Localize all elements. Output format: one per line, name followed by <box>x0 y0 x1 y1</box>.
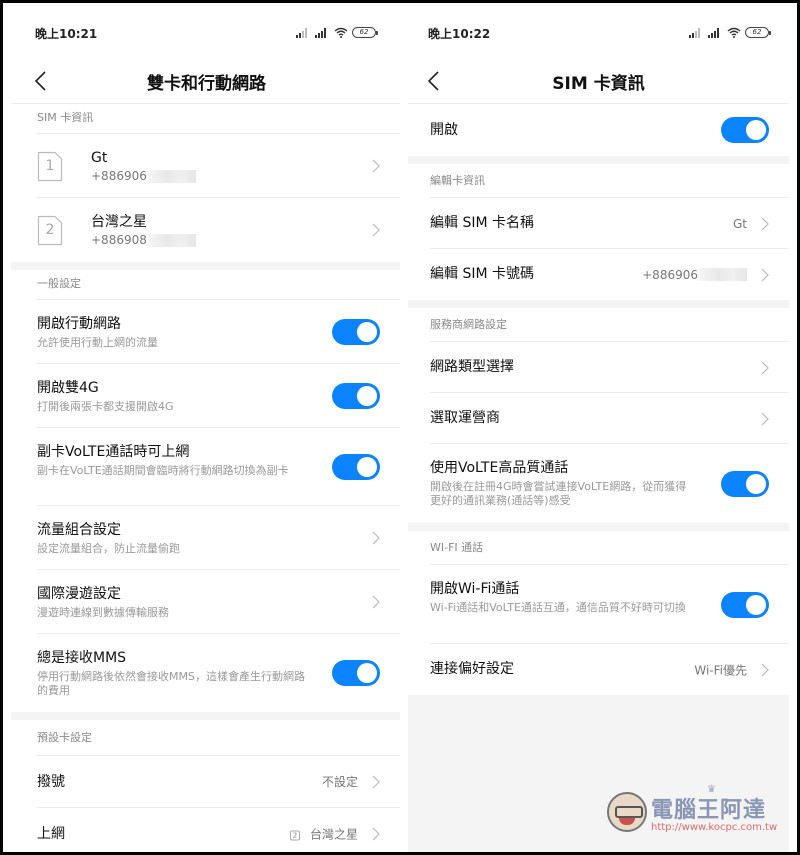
section-gap <box>408 523 789 531</box>
mascot-face-icon <box>607 792 647 832</box>
chevron-right-icon <box>761 361 769 375</box>
section-gap <box>11 262 400 270</box>
title-bar: SIM 卡資訊 <box>400 61 797 101</box>
row-value: 2 台灣之星 <box>289 826 358 843</box>
redacted-digits <box>147 233 196 247</box>
redacted-digits <box>147 169 196 183</box>
enable-sim-toggle[interactable] <box>721 117 769 143</box>
page-title: SIM 卡資訊 <box>552 74 645 94</box>
row-value: Wi-Fi優先 <box>694 663 747 677</box>
setting-wifi-calling[interactable]: 開啟Wi-Fi通話 Wi-Fi通話和VoLTE通話互通，通信品質不好時可切換 <box>408 565 789 644</box>
section-header-edit-card: 編輯卡資訊 <box>408 164 789 198</box>
chevron-right-icon <box>372 827 380 841</box>
status-bar: 晚上10:21 62 <box>3 23 400 43</box>
always-mms-toggle[interactable] <box>332 660 380 686</box>
battery-icon: 62 <box>352 27 378 38</box>
setting-always-mms[interactable]: 總是接收MMS 停用行動網路後依然會接收MMS，這樣會產生行動網路的費用 <box>11 634 400 712</box>
wifi-calling-toggle[interactable] <box>721 591 769 618</box>
setting-select-carrier[interactable]: 選取運營商 <box>408 393 789 444</box>
watermark-title: 電腦王阿達 <box>651 798 767 823</box>
status-time: 晚上10:22 <box>428 27 491 41</box>
setting-dual-4g[interactable]: 開啟雙4G 打開後兩張卡都支援開啟4G <box>11 364 400 428</box>
sim-info-screen: 晚上10:22 62 SIM 卡資訊 開啟 編輯卡資訊 編輯 SIM 卡名稱 G… <box>400 3 797 852</box>
volte-hd-toggle[interactable] <box>721 470 769 497</box>
sim-card-row-2[interactable]: 2 台灣之星 +886908 <box>11 198 400 262</box>
section-header-default-card: 預設卡設定 <box>11 720 400 756</box>
setting-enable-sim[interactable]: 開啟 <box>408 104 789 156</box>
section-gap <box>408 156 789 164</box>
row-value: +886906 <box>642 268 747 282</box>
section-gap <box>11 712 400 720</box>
status-time: 晚上10:21 <box>35 27 98 41</box>
wifi-icon <box>334 27 348 38</box>
section-header-general: 一般設定 <box>11 270 400 300</box>
setting-network-type[interactable]: 網路類型選擇 <box>408 342 789 393</box>
secondary-volte-data-toggle[interactable] <box>332 454 380 480</box>
setting-volte-hd[interactable]: 使用VoLTE高品質通話 開啟後在註冊4G時會嘗試連接VoLTE網路，從而獲得更… <box>408 444 789 523</box>
sim-card-icon: 2 <box>37 215 63 246</box>
setting-data-plan[interactable]: 流量組合設定 設定流量組合，防止流量偷跑 <box>11 506 400 570</box>
status-icons: 62 <box>689 27 771 38</box>
section-header-wifi-calling: WI-FI 通話 <box>408 531 789 565</box>
wifi-icon <box>727 27 741 38</box>
setting-edit-sim-number[interactable]: 編輯 SIM 卡號碼 +886906 <box>408 249 789 300</box>
page-title: 雙卡和行動網路 <box>147 74 266 94</box>
sim-slot-badge: 2 <box>289 830 300 840</box>
sim-name: Gt <box>91 150 108 166</box>
dual-4g-toggle[interactable] <box>332 383 380 409</box>
setting-edit-sim-name[interactable]: 編輯 SIM 卡名稱 Gt <box>408 198 789 249</box>
battery-icon: 62 <box>745 27 771 38</box>
sim-card-row-1[interactable]: 1 Gt +886906 <box>11 134 400 198</box>
chevron-right-icon <box>372 223 380 237</box>
row-value: 不設定 <box>321 775 358 789</box>
chevron-right-icon <box>761 217 769 231</box>
signal-icon <box>689 27 704 38</box>
sim-number: +886906 <box>91 168 376 184</box>
status-icons: 62 <box>296 27 378 38</box>
settings-list: SIM 卡資訊 1 Gt +886906 2 台灣之星 +886908 一般設定… <box>11 103 400 852</box>
title-bar: 雙卡和行動網路 <box>3 61 400 101</box>
status-bar: 晚上10:22 62 <box>400 23 797 43</box>
chevron-right-icon <box>761 663 769 677</box>
signal-icon <box>708 27 723 38</box>
chevron-right-icon <box>372 531 380 545</box>
dual-sim-screen: 晚上10:21 62 雙卡和行動網路 SIM 卡資訊 1 Gt +886906 … <box>3 3 400 852</box>
chevron-right-icon <box>372 775 380 789</box>
sim-name: 台灣之星 <box>91 214 147 230</box>
sim-number: +886908 <box>91 232 376 248</box>
redacted-digits <box>699 268 747 281</box>
setting-mobile-data[interactable]: 開啟行動網路 允許使用行動上網的流量 <box>11 300 400 364</box>
setting-default-dial[interactable]: 撥號 不設定 <box>11 756 400 808</box>
section-gap <box>408 300 789 308</box>
signal-icon <box>315 27 330 38</box>
setting-default-data[interactable]: 上網 2 台灣之星 <box>11 808 400 852</box>
screenshot-frame: 晚上10:21 62 雙卡和行動網路 SIM 卡資訊 1 Gt +886906 … <box>3 3 797 852</box>
signal-icon <box>296 27 311 38</box>
chevron-right-icon <box>372 595 380 609</box>
setting-roaming[interactable]: 國際漫遊設定 漫遊時連線到數據傳輸服務 <box>11 570 400 634</box>
watermark-logo: ♛ 電腦王阿達 http://www.kocpc.com.tw <box>607 784 778 838</box>
mobile-data-toggle[interactable] <box>332 319 380 345</box>
chevron-right-icon <box>761 412 769 426</box>
section-header-sim-info: SIM 卡資訊 <box>11 104 400 134</box>
chevron-right-icon <box>372 159 380 173</box>
watermark-url: http://www.kocpc.com.tw <box>651 822 778 833</box>
setting-connection-preference[interactable]: 連接偏好設定 Wi-Fi優先 <box>408 644 789 695</box>
sim-card-icon: 1 <box>37 151 63 182</box>
section-header-carrier: 服務商網路設定 <box>408 308 789 342</box>
chevron-right-icon <box>761 268 769 282</box>
row-value: Gt <box>732 216 747 231</box>
settings-list: 開啟 編輯卡資訊 編輯 SIM 卡名稱 Gt 編輯 SIM 卡號碼 +88690… <box>408 103 789 852</box>
setting-secondary-volte-data[interactable]: 副卡VoLTE通話時可上網 副卡在VoLTE通話期間會臨時將行動網路切換為副卡 <box>11 428 400 506</box>
